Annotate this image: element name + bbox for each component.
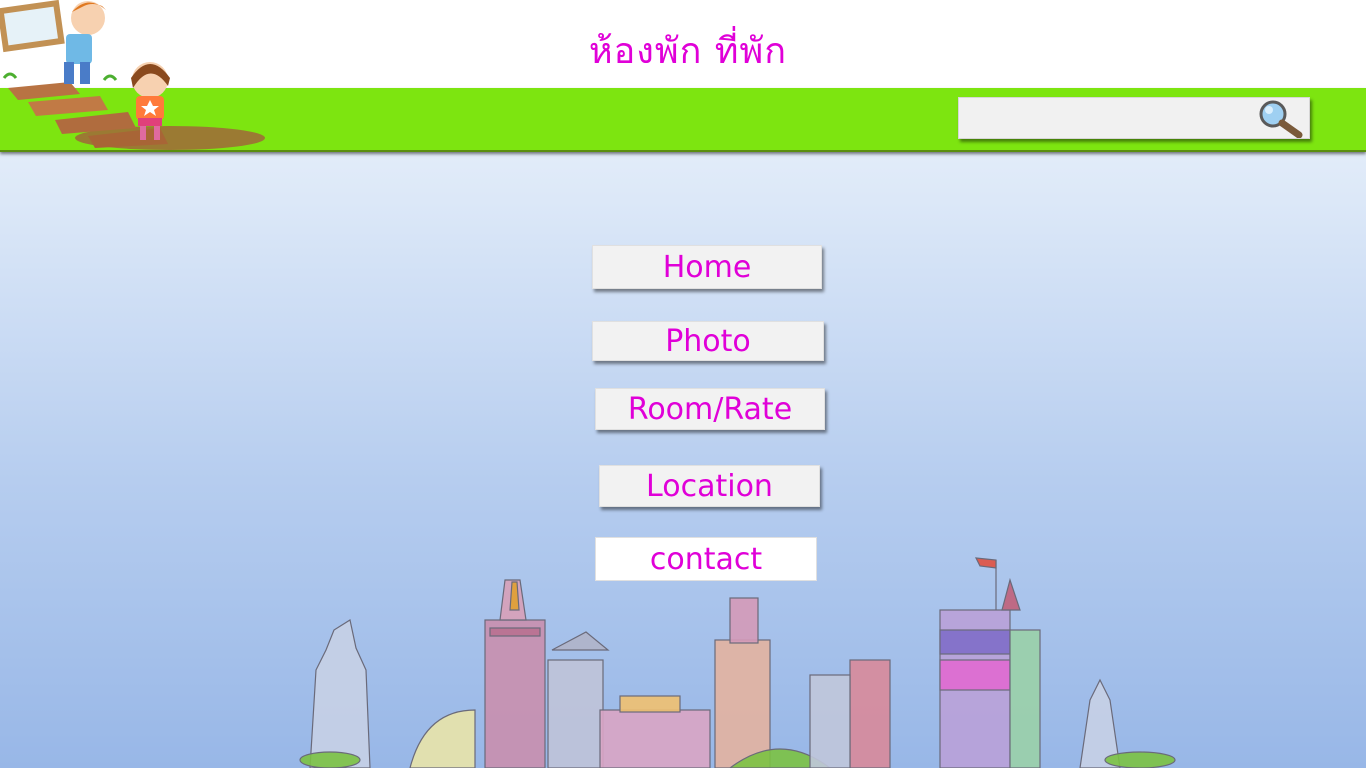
menu-home-button[interactable]: Home [592, 245, 822, 289]
menu-room-rate-button[interactable]: Room/Rate [595, 388, 825, 430]
search-button[interactable] [1253, 98, 1309, 139]
city-skyline-illustration [299, 557, 1176, 768]
menu-location-button[interactable]: Location [599, 465, 820, 507]
search-box [958, 97, 1310, 139]
page-title: ห้องพัก ที่พัก [588, 31, 788, 72]
magnifier-icon [1259, 100, 1303, 139]
menu-photo-button[interactable]: Photo [592, 321, 824, 361]
search-input[interactable] [967, 104, 1256, 134]
